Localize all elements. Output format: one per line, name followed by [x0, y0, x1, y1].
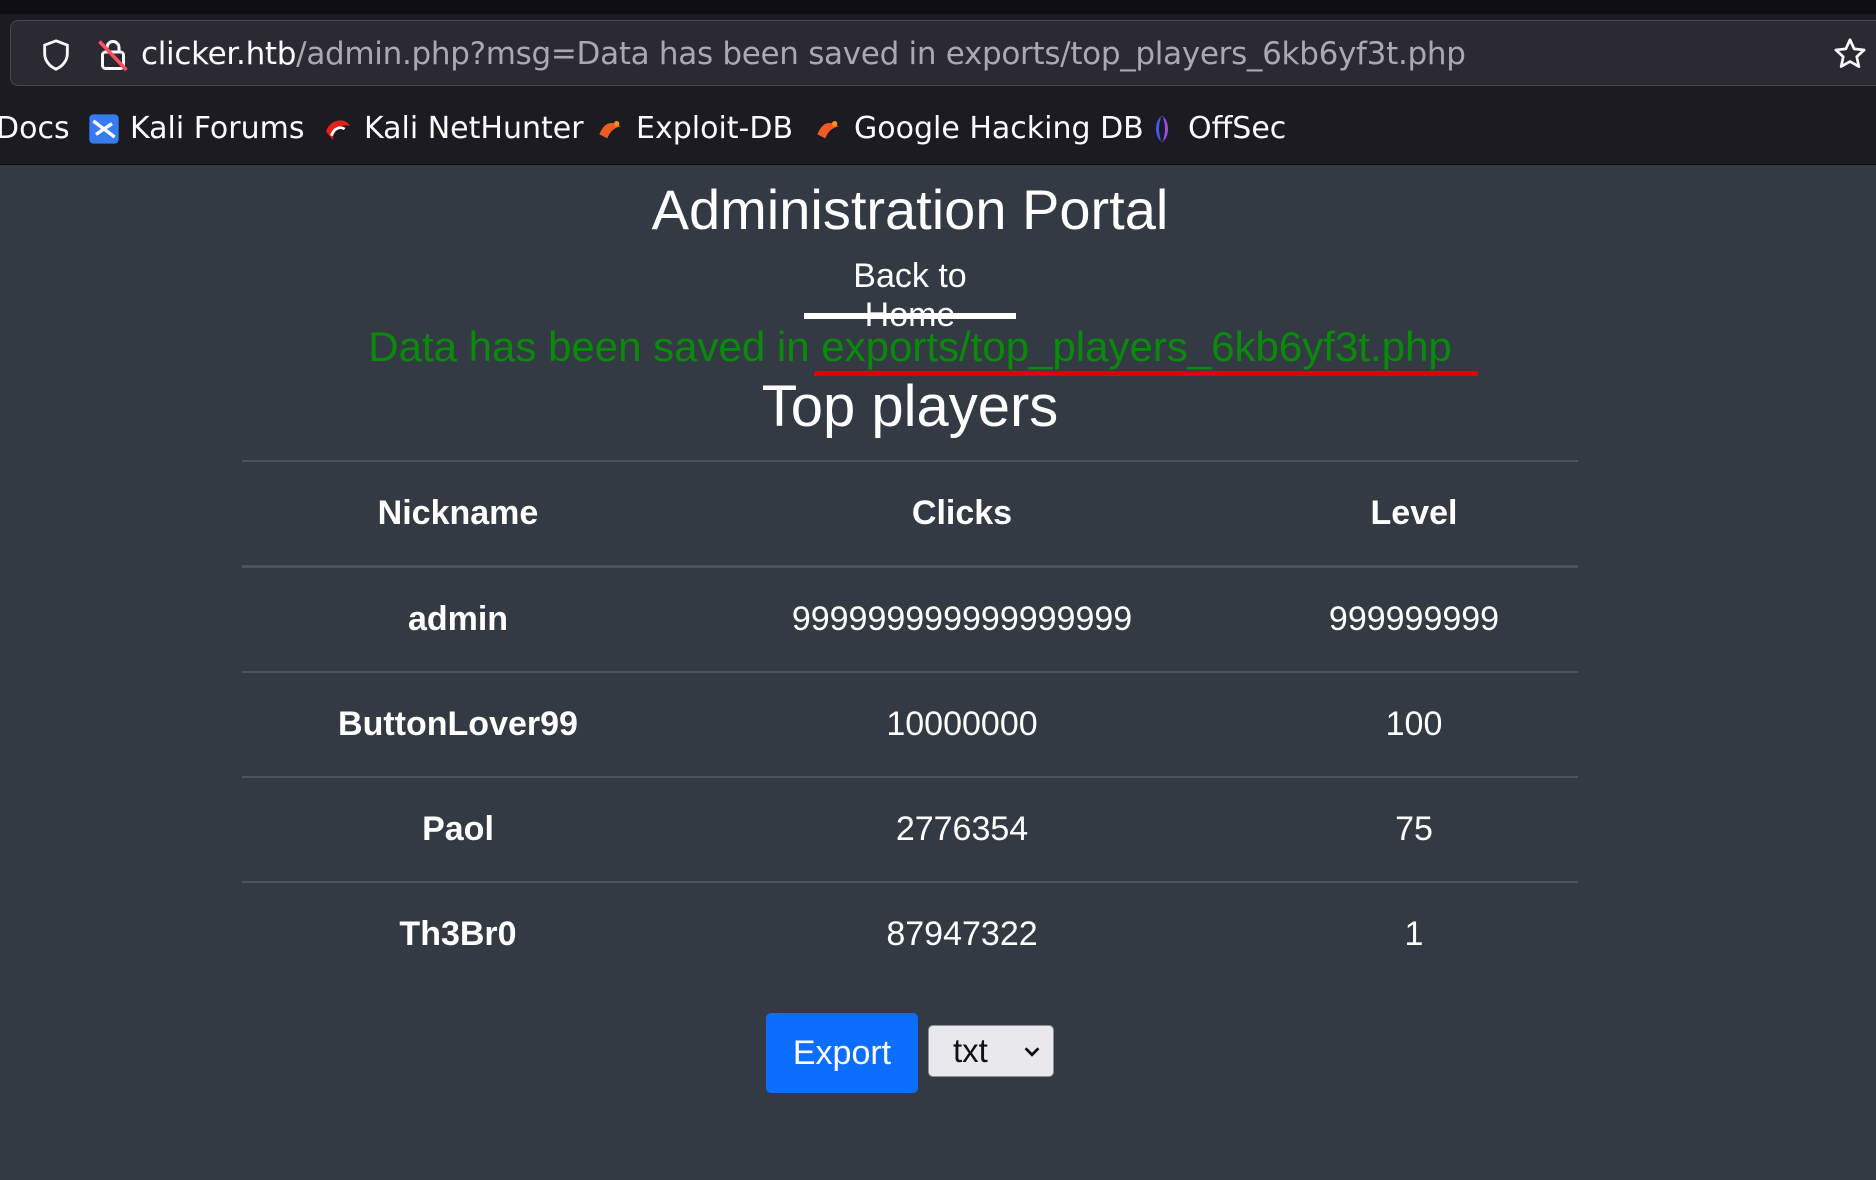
cell-clicks: 2776354 — [674, 776, 1250, 882]
bookmark-offsec[interactable]: OffSec — [1146, 112, 1286, 146]
bookmark-label: Kali Forums — [130, 111, 305, 146]
url-bar[interactable]: clicker.htb/admin.php?msg=Data has been … — [10, 20, 1876, 86]
cell-level: 999999999 — [1250, 565, 1578, 672]
bookmark-label: Exploit-DB — [636, 111, 794, 146]
shield-icon[interactable] — [39, 37, 73, 73]
bookmark-exploit-db[interactable]: Exploit-DB — [594, 112, 793, 146]
url-text[interactable]: clicker.htb/admin.php?msg=Data has been … — [141, 36, 1466, 72]
kali-nethunter-icon — [326, 120, 350, 140]
export-button[interactable]: Export — [766, 1013, 918, 1093]
ghdb-icon — [817, 121, 839, 139]
bookmark-label: Google Hacking DB — [854, 111, 1144, 146]
section-title: Top players — [761, 374, 1059, 439]
table-row: admin 999999999999999999 999999999 — [242, 565, 1578, 672]
cell-nickname: Th3Br0 — [242, 881, 674, 986]
bookmark-label: Docs — [0, 111, 70, 146]
cell-nickname: admin — [242, 565, 674, 672]
kali-forums-icon — [89, 114, 119, 144]
insecure-lock-icon[interactable] — [95, 37, 131, 73]
top-players-table: Nickname Clicks Level admin 999999999999… — [242, 460, 1578, 986]
page-content: Administration Portal Back to Home Data … — [0, 165, 1876, 1180]
exploit-db-icon — [599, 121, 621, 139]
bookmark-docs[interactable]: Docs — [0, 112, 70, 146]
table-header-row: Nickname Clicks Level — [242, 460, 1578, 568]
cell-clicks: 87947322 — [674, 881, 1250, 986]
page-title: Administration Portal — [651, 178, 1169, 241]
bookmark-star-icon[interactable] — [1832, 36, 1868, 72]
back-link-underline — [804, 313, 1016, 319]
export-format-select[interactable]: txt — [928, 1025, 1054, 1077]
cell-clicks: 999999999999999999 — [674, 565, 1250, 672]
format-selected-value: txt — [953, 1032, 988, 1069]
bookmark-google-hacking-db[interactable]: Google Hacking DB — [812, 112, 1144, 146]
bookmark-kali-forums[interactable]: Kali Forums — [88, 112, 304, 146]
cell-level: 75 — [1250, 776, 1578, 882]
cell-nickname: Paol — [242, 776, 674, 882]
cell-level: 1 — [1250, 881, 1578, 986]
table-row: ButtonLover99 10000000 100 — [242, 671, 1578, 777]
table-row: Th3Br0 87947322 1 — [242, 881, 1578, 986]
url-domain: clicker.htb — [141, 36, 297, 72]
offsec-icon — [1156, 115, 1168, 143]
bookmark-kali-nethunter[interactable]: Kali NetHunter — [322, 112, 584, 146]
browser-chrome: clicker.htb/admin.php?msg=Data has been … — [0, 0, 1876, 165]
header-nickname: Nickname — [242, 460, 674, 568]
cell-clicks: 10000000 — [674, 671, 1250, 777]
header-clicks: Clicks — [674, 460, 1250, 568]
tab-strip — [0, 0, 1876, 14]
cell-nickname: ButtonLover99 — [242, 671, 674, 777]
cell-level: 100 — [1250, 671, 1578, 777]
status-message: Data has been saved in exports/top_playe… — [368, 323, 1452, 370]
bookmark-label: OffSec — [1188, 111, 1287, 146]
chevron-down-icon — [1024, 1047, 1040, 1057]
header-level: Level — [1250, 460, 1578, 568]
bookmark-label: Kali NetHunter — [364, 111, 584, 146]
table-row: Paol 2776354 75 — [242, 776, 1578, 882]
url-path: /admin.php?msg=Data has been saved in ex… — [296, 36, 1466, 72]
